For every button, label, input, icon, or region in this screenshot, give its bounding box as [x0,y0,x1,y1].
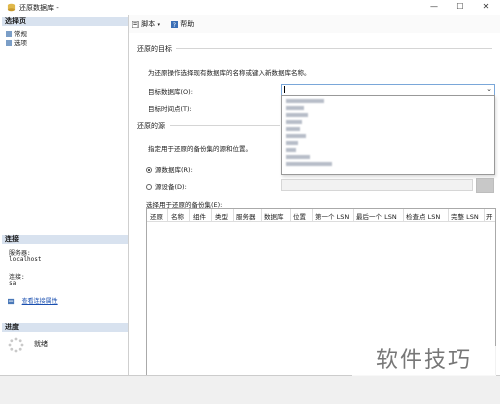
column-separator [448,209,449,221]
column-separator [189,209,190,221]
group-divider [176,48,492,49]
help-button[interactable]: ? 帮助 [171,19,194,29]
chevron-down-icon: ▾ [157,22,160,28]
database-icon [7,3,16,12]
source-device-field[interactable] [281,179,473,191]
view-props-link[interactable]: 查看连接属性 [22,298,58,305]
close-button[interactable]: ✕ [479,1,493,13]
radio-unselected-icon[interactable] [146,184,152,190]
view-connection-props[interactable]: 查看连接属性 [8,296,58,305]
column-header[interactable]: 完整 LSN [451,211,479,221]
script-button[interactable]: 脚本 ▾ [131,19,160,29]
column-header[interactable]: 检查点 LSN [406,211,440,221]
connection-value: sa [9,280,17,287]
target-time-label: 目标时间点(T): [148,105,192,113]
column-header[interactable]: 位置 [293,211,306,221]
dropdown-item[interactable] [286,120,302,124]
column-separator [167,209,168,221]
dropdown-item[interactable] [286,141,298,145]
column-separator [312,209,313,221]
source-db-radio[interactable]: 源数据库(R): [146,164,193,174]
column-separator [484,209,485,221]
target-db-label: 目标数据库(O): [148,88,193,96]
restore-target-title: 还原的目标 [137,45,172,53]
grid-header: 还原 名称 组件 类型 服务器 数据库 位置 第一个 LSN 最后一个 LSN … [147,209,495,222]
group-divider [170,125,280,126]
progress-status: 就绪 [34,340,48,348]
window-title: 还原数据库 - [19,4,59,12]
column-header[interactable]: 组件 [193,211,206,221]
page-label: 选项 [14,39,27,47]
restore-source-title: 还原的源 [137,122,165,130]
properties-icon [8,298,15,305]
column-separator [403,209,404,221]
column-separator [233,209,234,221]
left-pane: 选择页 常规 选项 连接 服务器: localhost 连接: sa 查看连接属… [2,15,129,375]
radio-selected-icon[interactable] [146,167,152,173]
toolbar: 脚本 ▾ ? 帮助 [129,15,500,33]
dropdown-item[interactable] [286,99,324,103]
column-header[interactable]: 第一个 LSN [315,211,349,221]
column-header[interactable]: 数据库 [264,211,284,221]
browse-button[interactable] [476,178,494,193]
source-db-label: 源数据库(R): [155,166,193,174]
target-db-dropdown[interactable] [281,95,495,175]
page-item-options[interactable]: 选项 [6,37,27,47]
progress-header: 进度 [2,323,128,332]
help-icon: ? [171,20,178,29]
column-header[interactable]: 开 [486,211,493,221]
source-device-label: 源设备(D): [155,183,187,191]
connection-header: 连接 [2,235,128,244]
chevron-down-icon[interactable]: ⌄ [486,85,492,93]
dropdown-item[interactable] [286,162,332,166]
dropdown-item[interactable] [286,106,304,110]
column-separator [290,209,291,221]
script-icon [131,20,139,28]
restore-source-description: 指定用于还原的备份集的源和位置。 [148,145,252,153]
source-device-radio[interactable]: 源设备(D): [146,181,187,191]
dropdown-item[interactable] [286,134,306,138]
dropdown-item[interactable] [286,148,296,152]
svg-text:?: ? [173,22,176,28]
minimize-button[interactable]: — [427,1,441,13]
watermark-text: 软件技巧 [352,346,496,376]
restore-target-description: 为还原操作选择现有数据库的名称或键入新数据库名称。 [148,69,311,77]
column-separator [353,209,354,221]
dropdown-item[interactable] [286,155,310,159]
title-bar: 还原数据库 - — ☐ ✕ [0,0,500,15]
column-header[interactable]: 类型 [215,211,228,221]
page-icon [6,40,12,46]
column-header[interactable]: 服务器 [236,211,256,221]
column-header[interactable]: 名称 [171,211,184,221]
server-value: localhost [9,256,42,263]
column-header[interactable]: 还原 [150,211,163,221]
column-separator [211,209,212,221]
text-cursor [284,86,285,93]
script-label: 脚本 [141,20,156,28]
progress-spinner-icon [8,337,24,353]
column-separator [261,209,262,221]
pages-header: 选择页 [2,17,128,26]
maximize-button[interactable]: ☐ [453,1,467,13]
column-header[interactable]: 最后一个 LSN [356,211,397,221]
dropdown-item[interactable] [286,127,300,131]
help-label: 帮助 [180,20,195,28]
status-bar [0,375,500,404]
dropdown-item[interactable] [286,113,308,117]
